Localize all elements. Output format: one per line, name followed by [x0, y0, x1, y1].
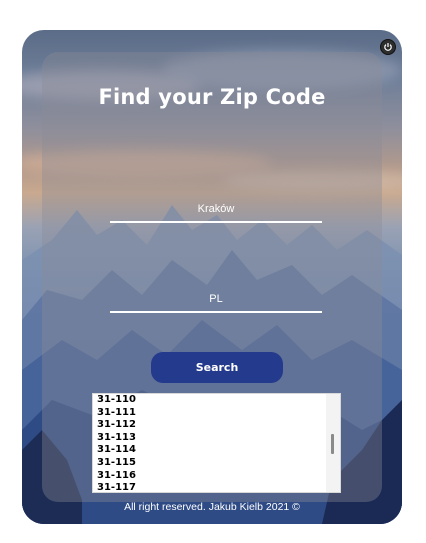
power-icon[interactable]	[380, 39, 396, 55]
list-item[interactable]: 31-116	[97, 470, 340, 483]
search-button[interactable]: Search	[151, 352, 283, 383]
power-icon-glyph	[384, 43, 392, 51]
app-window: Find your Zip Code Search 31-110 31-111 …	[22, 30, 402, 524]
page-title: Find your Zip Code	[98, 85, 326, 109]
footer-copyright: All right reserved. Jakub Kielb 2021 ©	[124, 501, 300, 513]
scrollbar-thumb[interactable]	[331, 434, 334, 454]
zip-results-list[interactable]: 31-110 31-111 31-112 31-113 31-114 31-11…	[92, 393, 341, 493]
list-item[interactable]: 31-115	[97, 457, 340, 470]
list-item[interactable]: 31-117	[97, 482, 340, 492]
country-input[interactable]	[110, 287, 322, 313]
list-item[interactable]: 31-111	[97, 407, 340, 420]
city-input[interactable]	[110, 197, 322, 223]
list-item[interactable]: 31-112	[97, 419, 340, 432]
list-item[interactable]: 31-110	[97, 394, 340, 407]
results-scrollbar[interactable]	[326, 394, 340, 492]
list-item[interactable]: 31-114	[97, 444, 340, 457]
list-item[interactable]: 31-113	[97, 432, 340, 445]
